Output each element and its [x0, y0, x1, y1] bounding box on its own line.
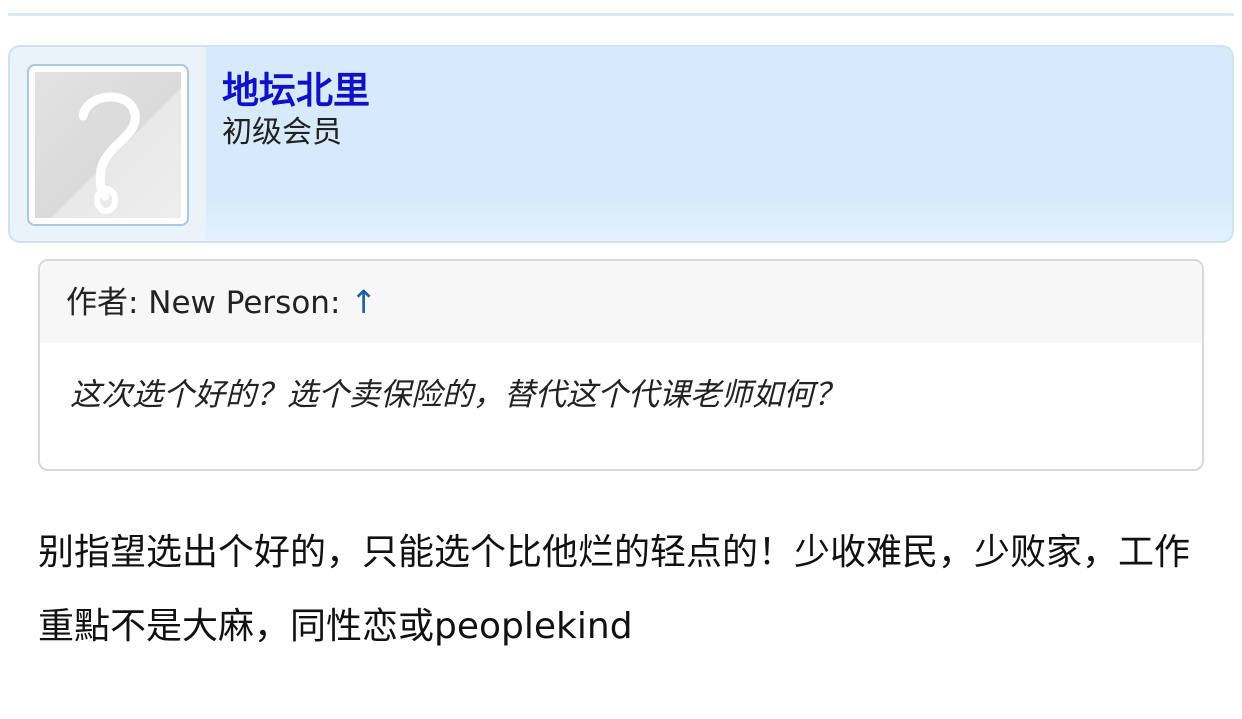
quote-body: 这次选个好的？选个卖保险的，替代这个代课老师如何？ [70, 377, 845, 413]
avatar-frame [10, 47, 206, 241]
reply-text: 别指望选出个好的，只能选个比他烂的轻点的！少收难民，少败家，工作重點不是大麻，同… [38, 532, 1191, 647]
quote-author-label: 作者: New Person: [66, 285, 351, 321]
avatar[interactable] [27, 64, 189, 226]
quote-header: 作者: New Person: ↑ [40, 261, 1202, 343]
quote-block: 作者: New Person: ↑ 这次选个好的？选个卖保险的，替代这个代课老师… [38, 259, 1204, 471]
user-profile-header: 地坛北里 初级会员 [8, 45, 1234, 243]
top-divider [8, 13, 1234, 16]
question-mark-placeholder-icon [35, 72, 181, 218]
jump-to-quoted-post-arrow-icon[interactable]: ↑ [350, 283, 377, 321]
username-link[interactable]: 地坛北里 [222, 69, 370, 113]
user-rank: 初级会员 [222, 115, 342, 150]
